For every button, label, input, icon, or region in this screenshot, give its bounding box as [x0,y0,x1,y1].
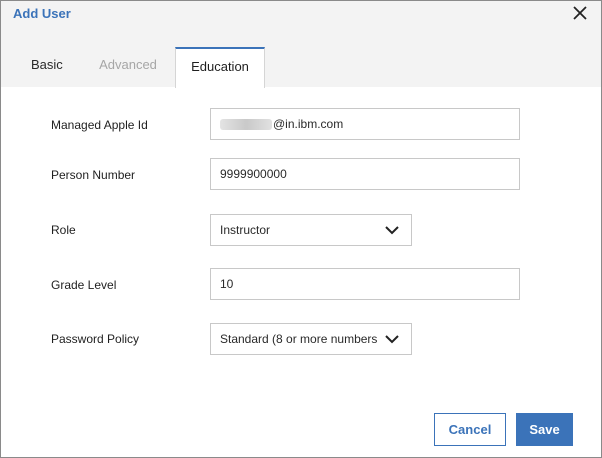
redacted-text [220,119,272,131]
role-label: Role [51,223,76,237]
managed-apple-id-label: Managed Apple Id [51,118,148,132]
password-policy-value: Standard (8 or more numbers [220,332,378,346]
person-number-field[interactable]: 9999900000 [210,158,520,190]
grade-level-label: Grade Level [51,278,117,292]
password-policy-select[interactable]: Standard (8 or more numbers [210,323,412,355]
grade-level-value: 10 [220,277,234,291]
chevron-down-icon [385,226,399,235]
dialog-title: Add User [13,6,71,21]
save-button[interactable]: Save [516,413,573,446]
role-value: Instructor [220,223,271,237]
close-icon[interactable] [570,3,590,23]
tab-advanced: Advanced [99,57,157,72]
tab-basic[interactable]: Basic [13,47,77,87]
chevron-down-icon [385,335,399,344]
managed-apple-id-field[interactable]: @in.ibm.com [210,108,520,140]
cancel-button[interactable]: Cancel [434,413,506,446]
tab-education[interactable]: Education [175,47,265,88]
grade-level-field[interactable]: 10 [210,268,520,300]
person-number-value: 9999900000 [220,167,287,181]
role-select[interactable]: Instructor [210,214,412,246]
person-number-label: Person Number [51,168,136,182]
dialog-header: Add User Basic Advanced Education [1,1,601,88]
add-user-dialog: Add User Basic Advanced Education Manage… [0,0,602,458]
managed-apple-id-value: @in.ibm.com [273,117,344,131]
password-policy-label: Password Policy [51,332,140,346]
